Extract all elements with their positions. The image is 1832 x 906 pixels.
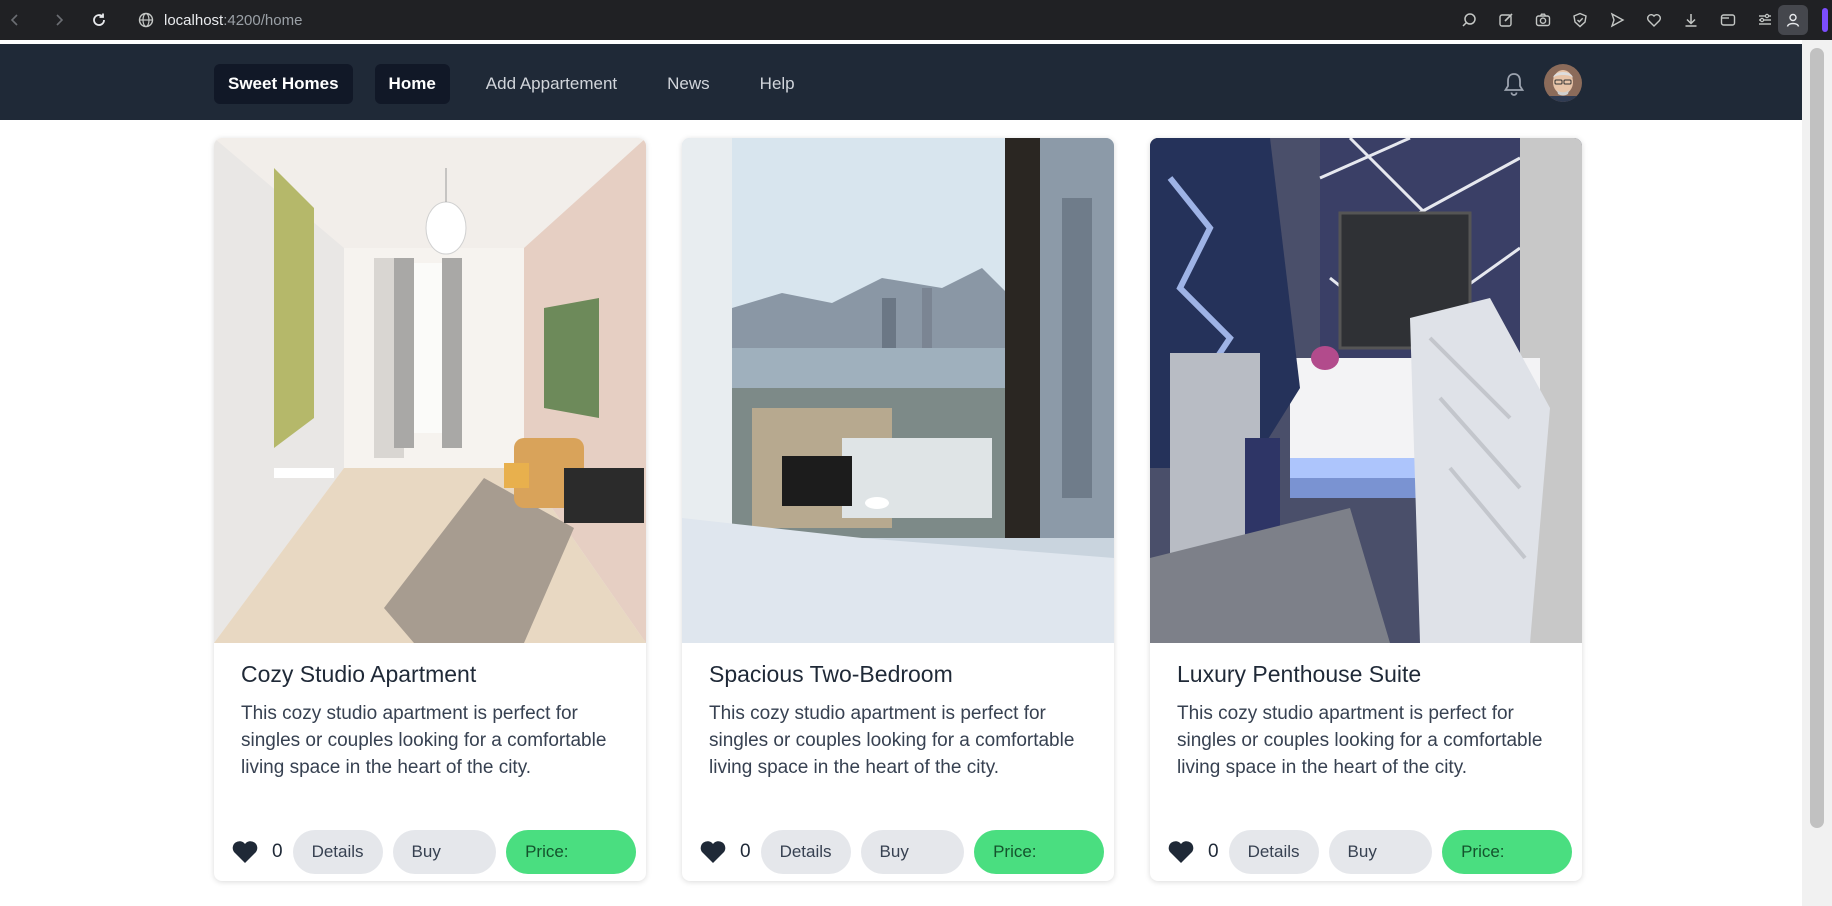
- like-count: 0: [740, 841, 751, 862]
- camera-icon[interactable]: [1532, 9, 1554, 31]
- scrollbar-thumb[interactable]: [1810, 48, 1824, 828]
- price-badge[interactable]: Price: 5000$: [1442, 830, 1572, 874]
- address-bar[interactable]: localhost:4200/home: [138, 6, 302, 34]
- app-navbar: Sweet Homes Home Add Appartement News He…: [0, 44, 1802, 120]
- card-description: This cozy studio apartment is perfect fo…: [709, 703, 1075, 778]
- profile-button[interactable]: [1778, 5, 1808, 35]
- tab-icon[interactable]: [1717, 9, 1739, 31]
- like-count: 0: [272, 841, 283, 862]
- apartment-card: Spacious Two-Bedroom This cozy studio ap…: [682, 138, 1114, 881]
- notification-bell-icon[interactable]: [1500, 70, 1528, 98]
- shield-icon[interactable]: [1569, 9, 1591, 31]
- card-actions: 0 Details Buy Now Price: 5000$: [1166, 830, 1582, 874]
- nav-link-add-appartement[interactable]: Add Appartement: [472, 64, 631, 104]
- details-button[interactable]: Details: [1228, 830, 1319, 874]
- card-actions: 0 Details Buy Now Price: 1200$: [230, 830, 646, 874]
- zoom-icon[interactable]: [1458, 9, 1480, 31]
- card-description: This cozy studio apartment is perfect fo…: [1177, 703, 1543, 778]
- sidebar-accent: [1822, 8, 1828, 32]
- back-icon[interactable]: [4, 9, 26, 31]
- card-title: Luxury Penthouse Suite: [1177, 661, 1422, 687]
- like-heart-icon[interactable]: [1166, 837, 1196, 867]
- extension-icons: [1458, 9, 1776, 31]
- price-badge[interactable]: Price: 1200$: [506, 830, 636, 874]
- url-text[interactable]: localhost:4200/home: [164, 12, 302, 29]
- person-icon: [1785, 12, 1801, 28]
- apartment-card: Luxury Penthouse Suite This cozy studio …: [1150, 138, 1582, 881]
- card-title: Spacious Two-Bedroom: [709, 661, 953, 687]
- download-icon[interactable]: [1680, 9, 1702, 31]
- user-avatar[interactable]: [1544, 64, 1582, 102]
- brand-logo[interactable]: Sweet Homes: [214, 64, 353, 104]
- url-path: :4200/home: [223, 11, 303, 29]
- reload-icon[interactable]: [88, 9, 110, 31]
- nav-link-news[interactable]: News: [653, 64, 724, 104]
- card-description: This cozy studio apartment is perfect fo…: [241, 703, 607, 778]
- buy-now-button[interactable]: Buy Now: [860, 830, 965, 874]
- menu-icon[interactable]: [1754, 9, 1776, 31]
- url-host: localhost: [164, 11, 224, 29]
- globe-icon: [138, 12, 154, 28]
- nav-link-home[interactable]: Home: [374, 64, 450, 104]
- apartment-card: Cozy Studio Apartment This cozy studio a…: [214, 138, 646, 881]
- like-count: 0: [1208, 841, 1219, 862]
- price-badge[interactable]: Price: 2000$: [974, 830, 1104, 874]
- like-heart-icon[interactable]: [698, 837, 728, 867]
- card-title: Cozy Studio Apartment: [241, 661, 477, 687]
- apartment-photo-studio[interactable]: [214, 138, 646, 643]
- forward-icon[interactable]: [48, 9, 70, 31]
- apartment-photo-penthouse[interactable]: [1150, 138, 1582, 643]
- details-button[interactable]: Details: [292, 830, 383, 874]
- buy-now-button[interactable]: Buy Now: [392, 830, 497, 874]
- heart-icon[interactable]: [1643, 9, 1665, 31]
- details-button[interactable]: Details: [760, 830, 851, 874]
- apartment-photo-two-bedroom[interactable]: [682, 138, 1114, 643]
- nav-link-help[interactable]: Help: [746, 64, 809, 104]
- page-scrollbar[interactable]: [1802, 40, 1832, 906]
- edit-icon[interactable]: [1495, 9, 1517, 31]
- like-heart-icon[interactable]: [230, 837, 260, 867]
- browser-toolbar: localhost:4200/home: [0, 0, 1832, 40]
- buy-now-button[interactable]: Buy Now: [1328, 830, 1433, 874]
- send-icon[interactable]: [1606, 9, 1628, 31]
- card-actions: 0 Details Buy Now Price: 2000$: [698, 830, 1114, 874]
